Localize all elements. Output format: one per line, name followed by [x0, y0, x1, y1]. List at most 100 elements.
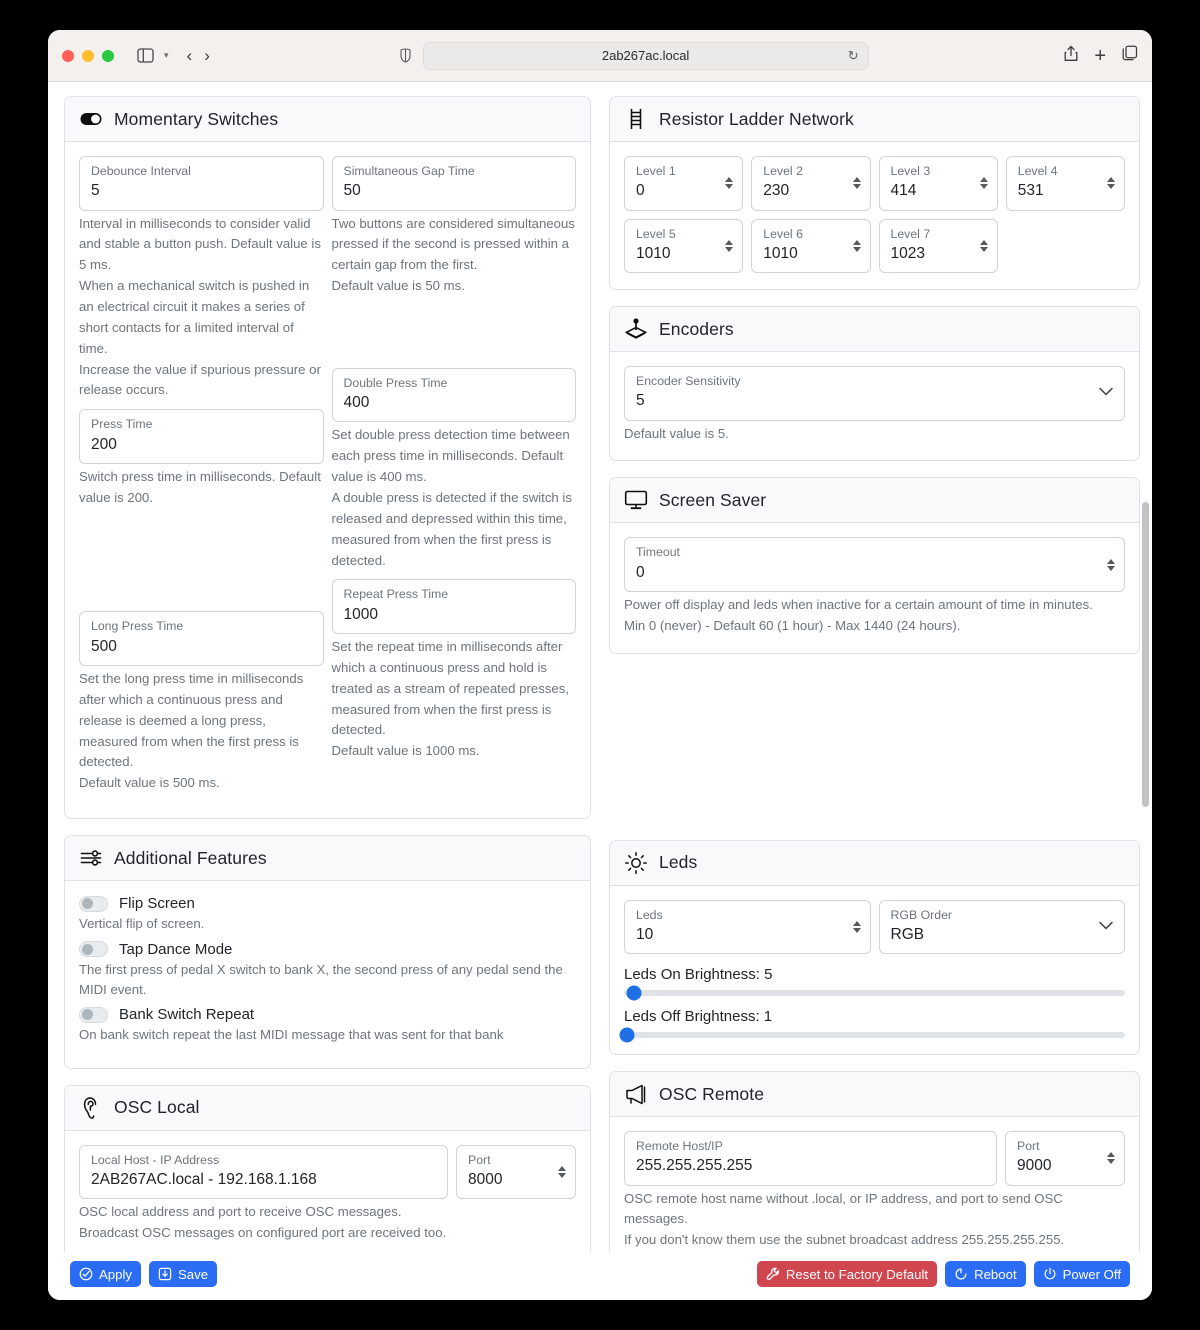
- press-time-input[interactable]: Press Time 200: [79, 409, 324, 464]
- navigation-buttons[interactable]: ‹ ›: [187, 47, 210, 64]
- toggle-row-flip-screen[interactable]: Flip Screen: [79, 895, 576, 912]
- momentary-col-right: Simultaneous Gap Time 50 Two buttons are…: [331, 156, 577, 802]
- level-1-input[interactable]: Level 1 0: [624, 156, 744, 211]
- level-7-value: 1023: [890, 244, 925, 262]
- save-download-icon: [158, 1267, 172, 1281]
- check-circle-icon: [79, 1267, 93, 1281]
- osc-remote-port-stepper[interactable]: [1107, 1152, 1115, 1165]
- reload-icon[interactable]: ↻: [848, 48, 859, 64]
- level-4-stepper[interactable]: [1107, 177, 1115, 190]
- help-line: Switch press time in milliseconds. Defau…: [79, 468, 321, 505]
- screen-saver-timeout-stepper[interactable]: [1107, 558, 1115, 571]
- momentary-fields-grid: Debounce Interval 5 Interval in millisec…: [79, 156, 576, 802]
- leds-on-brightness-thumb[interactable]: [626, 985, 642, 1001]
- level-5-stepper[interactable]: [725, 239, 734, 252]
- back-arrow-icon[interactable]: ‹: [187, 47, 193, 64]
- apply-button[interactable]: Apply: [70, 1261, 141, 1287]
- sun-icon: [624, 851, 648, 875]
- encoder-sensitivity-label: Encoder Sensitivity: [636, 374, 741, 388]
- simultaneous-gap-time-value: 50: [343, 182, 361, 200]
- level-3-stepper[interactable]: [979, 177, 988, 190]
- share-icon[interactable]: [1064, 45, 1078, 67]
- screen-saver-timeout-input[interactable]: Timeout 0: [624, 537, 1125, 592]
- level-1-stepper[interactable]: [725, 177, 734, 190]
- chevron-down-icon[interactable]: ▾: [164, 50, 169, 61]
- double-press-time-help: Set double press detection time between …: [332, 425, 577, 571]
- level-3-input[interactable]: Level 3 414: [878, 156, 998, 211]
- rgb-order-select[interactable]: RGB Order RGB: [878, 899, 1125, 955]
- power-off-button[interactable]: Power Off: [1033, 1261, 1130, 1287]
- double-press-time-input[interactable]: Double Press Time 400: [331, 367, 576, 423]
- help-line: Default value is 500 ms.: [79, 775, 220, 791]
- level-2-stepper[interactable]: [852, 177, 861, 190]
- level-6-stepper[interactable]: [852, 239, 861, 252]
- close-window-button[interactable]: [62, 49, 74, 62]
- level-5-input[interactable]: Level 5 1010: [624, 218, 744, 273]
- level-4-input[interactable]: Level 4 531: [1005, 156, 1125, 211]
- osc-remote-port-input[interactable]: Port 9000: [1005, 1131, 1125, 1186]
- screen-saver-timeout-label: Timeout: [636, 545, 680, 560]
- minimize-window-button[interactable]: [82, 49, 94, 62]
- debounce-interval-input[interactable]: Debounce Interval 5: [79, 156, 324, 211]
- leds-count-stepper[interactable]: [852, 920, 861, 933]
- toolbar-right-actions: +: [1064, 45, 1138, 67]
- long-press-time-input[interactable]: Long Press Time 500: [79, 611, 324, 666]
- privacy-shield-icon[interactable]: [400, 48, 411, 63]
- simultaneous-gap-time-input[interactable]: Simultaneous Gap Time 50: [331, 156, 576, 211]
- osc-local-port-input[interactable]: Port 8000: [456, 1144, 576, 1200]
- chevron-down-icon[interactable]: [1099, 917, 1113, 935]
- resistor-level-grid: Level 1 0 Level 2 230 Level 3 414 Level …: [624, 156, 1125, 273]
- field-block-debounce-interval: Debounce Interval 5 Interval in millisec…: [79, 156, 324, 401]
- tap-dance-mode-toggle[interactable]: [79, 941, 108, 958]
- level-7-input[interactable]: Level 7 1023: [878, 218, 998, 273]
- card-header-screen-saver: Screen Saver: [610, 478, 1139, 524]
- field-block-simultaneous-gap-time: Simultaneous Gap Time 50 Two buttons are…: [331, 156, 576, 297]
- osc-remote-host-input[interactable]: Remote Host/IP 255.255.255.255: [624, 1131, 997, 1186]
- forward-arrow-icon[interactable]: ›: [204, 47, 210, 64]
- card-encoders: Encoders Encoder Sensitivity 5 Default v…: [609, 306, 1140, 462]
- chevron-down-icon[interactable]: [1099, 383, 1113, 401]
- bank-switch-repeat-toggle[interactable]: [79, 1006, 108, 1023]
- osc-local-host-input[interactable]: Local Host - IP Address 2AB267AC.local -…: [79, 1144, 448, 1200]
- osc-local-fields: Local Host - IP Address 2AB267AC.local -…: [79, 1144, 576, 1200]
- tab-overview-icon[interactable]: [1122, 45, 1138, 66]
- window-traffic-lights[interactable]: [62, 49, 114, 62]
- help-line: Increase the value if spurious pressure …: [79, 361, 321, 398]
- flip-screen-toggle[interactable]: [79, 895, 108, 912]
- leds-count-input[interactable]: Leds 10: [624, 899, 871, 955]
- leds-on-brightness-slider[interactable]: [624, 985, 1125, 1001]
- sidebar-icon[interactable]: [132, 43, 158, 69]
- address-bar-text: 2ab267ac.local: [601, 48, 690, 63]
- reboot-button[interactable]: Reboot: [945, 1261, 1026, 1287]
- save-button-label: Save: [178, 1266, 209, 1282]
- card-header-momentary-switches: Momentary Switches: [65, 97, 590, 142]
- restart-circle-icon: [954, 1267, 968, 1281]
- level-7-label: Level 7: [890, 226, 931, 241]
- settings-grid: Momentary Switches Debounce Interval 5 I…: [64, 96, 1140, 1252]
- osc-local-port-stepper[interactable]: [558, 1166, 566, 1179]
- leds-fields: Leds 10 RGB Order RGB: [624, 899, 1125, 955]
- toggle-row-tap-dance-mode[interactable]: Tap Dance Mode: [79, 941, 576, 958]
- reset-to-factory-default-button[interactable]: Reset to Factory Default: [756, 1261, 938, 1287]
- plus-icon[interactable]: +: [1094, 46, 1106, 66]
- encoder-sensitivity-help: Default value is 5.: [624, 424, 1125, 445]
- level-2-input[interactable]: Level 2 230: [751, 156, 871, 211]
- level-6-input[interactable]: Level 6 1010: [751, 218, 871, 273]
- card-resistor-ladder-network: Resistor Ladder Network Level 1 0 Level …: [609, 96, 1140, 290]
- card-body-screen-saver: Timeout 0 Power off display and leds whe…: [610, 523, 1139, 652]
- save-button[interactable]: Save: [149, 1261, 218, 1287]
- help-line: Set the long press time in milliseconds …: [79, 670, 304, 770]
- encoder-sensitivity-select[interactable]: Encoder Sensitivity 5: [624, 366, 1125, 421]
- level-4-label: Level 4: [1017, 164, 1058, 178]
- maximize-window-button[interactable]: [102, 49, 114, 62]
- field-block-repeat-press-time: Repeat Press Time 1000 Set the repeat ti…: [331, 579, 576, 762]
- leds-off-brightness-thumb[interactable]: [619, 1027, 634, 1043]
- card-osc-local: OSC Local Local Host - IP Address 2AB267…: [64, 1084, 591, 1252]
- leds-off-brightness-slider[interactable]: [619, 1027, 1125, 1043]
- toggle-row-bank-switch-repeat[interactable]: Bank Switch Repeat: [79, 1006, 576, 1023]
- osc-remote-port-label: Port: [1017, 1139, 1040, 1154]
- level-7-stepper[interactable]: [979, 239, 988, 252]
- repeat-press-time-input[interactable]: Repeat Press Time 1000: [331, 579, 576, 634]
- address-bar-input[interactable]: 2ab267ac.local ↻: [422, 41, 869, 70]
- page-scrollbar[interactable]: [1142, 502, 1149, 807]
